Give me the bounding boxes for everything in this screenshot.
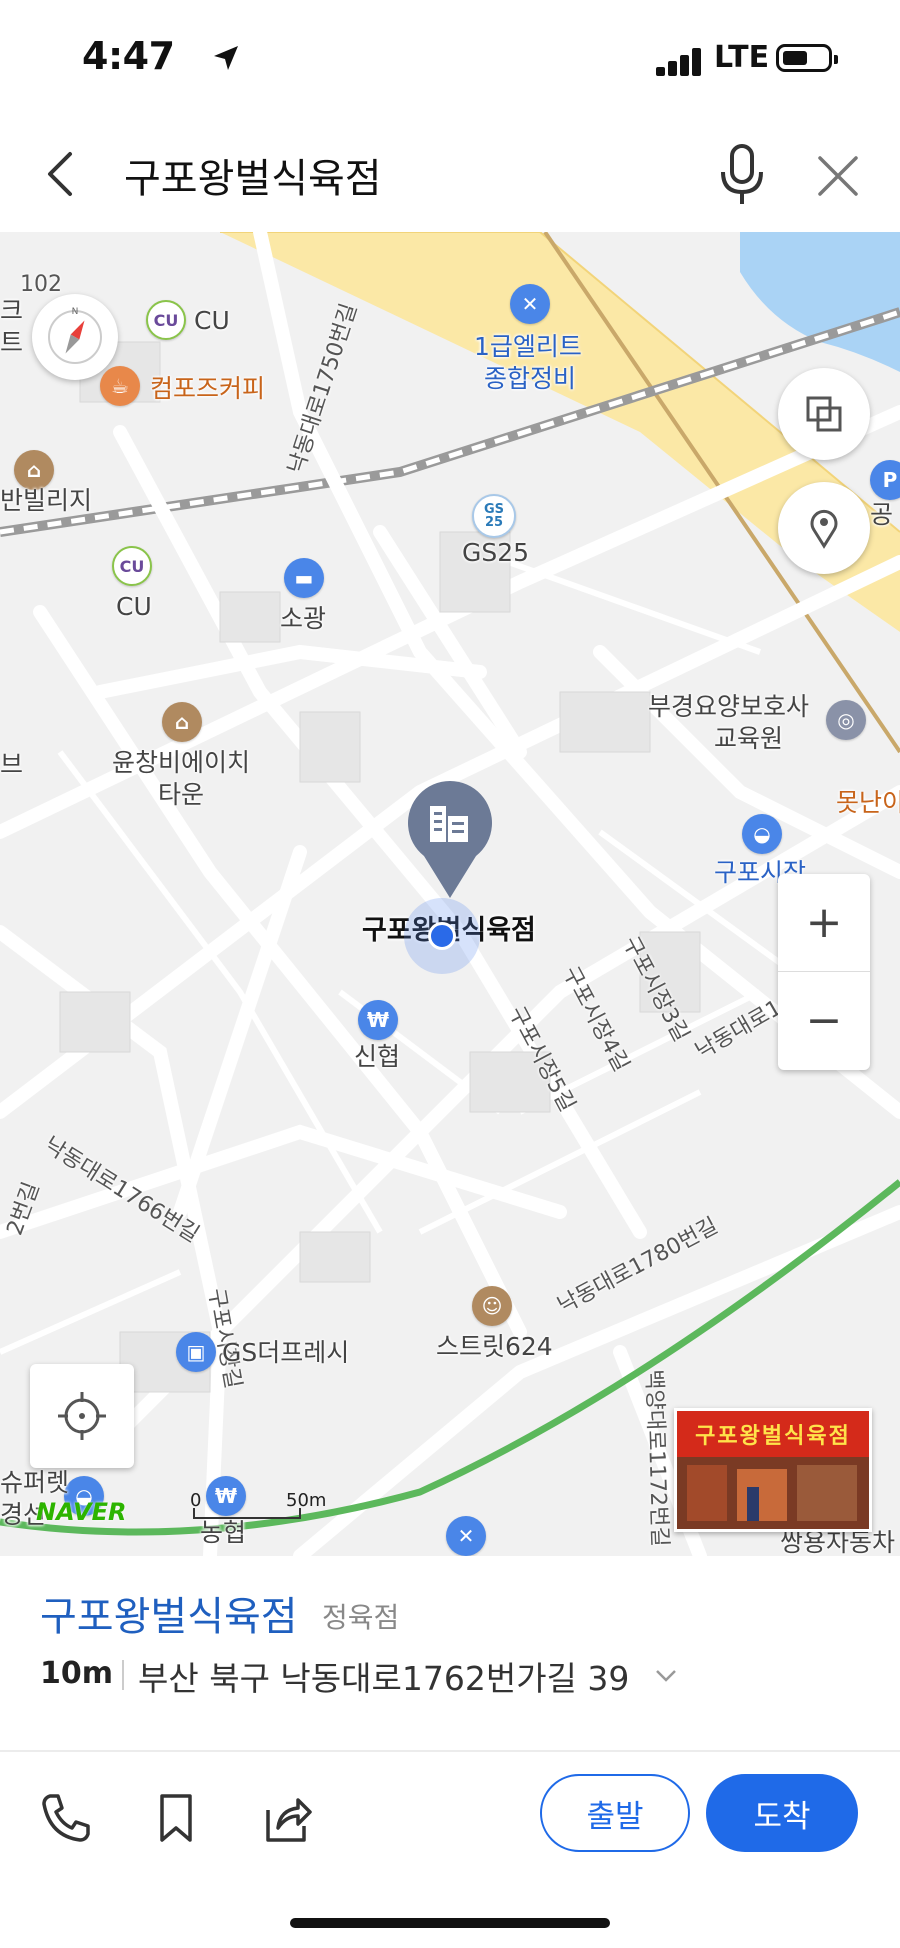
label-shinhyup[interactable]: 신협 xyxy=(354,1042,400,1072)
label-bugyeong-line1[interactable]: 부경요양보호사 xyxy=(648,692,809,722)
address-separator xyxy=(122,1660,124,1690)
label-left-geu: 크 xyxy=(0,296,24,325)
place-address[interactable]: 부산 북구 낙동대로1762번가길 39 xyxy=(138,1652,629,1700)
label-ssangyong[interactable]: 쌍용자동차 xyxy=(780,1528,895,1556)
repair-shop-icon-2[interactable]: ✕ xyxy=(446,1516,486,1556)
panel-divider xyxy=(0,1750,900,1752)
label-left-super: 슈퍼렛 xyxy=(0,1468,70,1497)
gs25-icon[interactable]: GS 25 xyxy=(472,494,516,538)
microphone-icon[interactable] xyxy=(712,140,772,210)
status-time: 4:47 xyxy=(82,34,175,78)
cellular-signal-icon xyxy=(656,46,706,76)
label-left-b: 브 xyxy=(0,750,24,779)
compass-button[interactable]: N xyxy=(32,294,118,380)
label-cu-2[interactable]: CU xyxy=(116,592,152,622)
cu-store-icon-2[interactable]: CU xyxy=(112,546,152,586)
layers-button[interactable] xyxy=(778,368,870,460)
apartment-icon[interactable]: ⌂ xyxy=(14,450,54,490)
place-distance: 10m xyxy=(40,1656,114,1691)
label-yunchang-line2[interactable]: 타운 xyxy=(158,780,204,810)
status-bar: 4:47 LTE xyxy=(0,0,900,120)
zoom-control: + − xyxy=(778,874,870,1070)
label-elite-line1[interactable]: 1급엘리트 xyxy=(474,332,582,362)
back-icon[interactable] xyxy=(34,144,94,204)
apartment-icon-2[interactable]: ⌂ xyxy=(162,702,202,742)
share-icon[interactable] xyxy=(256,1788,316,1848)
locate-me-button[interactable] xyxy=(30,1364,134,1468)
zoom-in-button[interactable]: + xyxy=(778,874,870,971)
map-view[interactable]: N 102 크 트 CU CU ☕ 컴포즈커피 ✕ 1급엘리트 종합정비 낙동대… xyxy=(0,232,900,1556)
network-type: LTE xyxy=(714,40,770,75)
shopping-icon[interactable]: ▣ xyxy=(176,1332,216,1372)
label-left-teu: 트 xyxy=(0,328,24,357)
bank-icon[interactable]: ₩ xyxy=(358,1000,398,1040)
market-icon[interactable]: ◒ xyxy=(742,814,782,854)
selected-place-pin-icon[interactable] xyxy=(404,780,496,900)
search-header: 구포왕벌식육점 xyxy=(0,120,900,233)
crosshair-icon xyxy=(58,1392,106,1440)
label-gs-fresh[interactable]: GS더프레시 xyxy=(222,1338,349,1368)
battery-icon xyxy=(776,44,838,72)
lodging-icon[interactable]: ▬ xyxy=(284,558,324,598)
zoom-out-button[interactable]: − xyxy=(778,972,870,1069)
label-elite-line2[interactable]: 종합정비 xyxy=(484,364,576,394)
label-cu-1[interactable]: CU xyxy=(194,306,230,336)
label-bugyeong-line2[interactable]: 교육원 xyxy=(714,724,783,754)
depart-button[interactable]: 출발 xyxy=(540,1774,690,1852)
close-icon[interactable] xyxy=(808,146,868,206)
pin-button[interactable] xyxy=(778,482,870,574)
label-street-1172: 백양대로1172번길 xyxy=(640,1368,672,1548)
label-banvillage[interactable]: 반빌리지 xyxy=(0,486,92,516)
map-scale: 0 50m xyxy=(190,1490,330,1530)
layers-icon xyxy=(806,396,842,432)
cafe-icon[interactable]: ☕ xyxy=(100,366,140,406)
label-motnan[interactable]: 못난이 xyxy=(836,788,900,818)
label-gs25[interactable]: GS25 xyxy=(462,538,529,568)
location-arrow-icon xyxy=(214,46,238,70)
arrive-button[interactable]: 도착 xyxy=(706,1774,858,1852)
label-compose-coffee[interactable]: 컴포즈커피 xyxy=(150,374,265,404)
naver-logo: NAVER xyxy=(36,1498,127,1526)
repair-shop-icon[interactable]: ✕ xyxy=(510,284,550,324)
phone-icon[interactable] xyxy=(36,1788,96,1848)
home-indicator[interactable] xyxy=(290,1918,610,1928)
chevron-down-icon[interactable] xyxy=(654,1666,678,1686)
compass-icon: N xyxy=(48,307,102,364)
cu-store-icon[interactable]: CU xyxy=(146,300,186,340)
label-yunchang-line1[interactable]: 윤창비에이치 xyxy=(112,748,250,778)
place-name[interactable]: 구포왕벌식육점 xyxy=(40,1584,298,1642)
pin-outline-icon xyxy=(810,509,838,549)
my-location-marker xyxy=(404,898,480,974)
education-icon[interactable]: ◎ xyxy=(826,700,866,740)
label-102: 102 xyxy=(20,272,62,297)
street-view-thumbnail[interactable]: 구포왕벌식육점 xyxy=(674,1408,872,1532)
svg-text:N: N xyxy=(72,307,79,317)
label-street624[interactable]: 스트릿624 xyxy=(436,1332,553,1362)
place-info-panel: 구포왕벌식육점 정육점 10m 부산 북구 낙동대로1762번가길 39 출발 … xyxy=(0,1556,900,1948)
search-input[interactable]: 구포왕벌식육점 xyxy=(124,146,382,204)
label-gong[interactable]: 공 xyxy=(870,500,893,530)
theater-icon[interactable]: ☺ xyxy=(472,1286,512,1326)
thumbnail-sign: 구포왕벌식육점 xyxy=(677,1411,869,1457)
place-category: 정육점 xyxy=(322,1601,400,1634)
label-sogwang[interactable]: 소광 xyxy=(280,604,326,634)
bookmark-icon[interactable] xyxy=(146,1788,206,1848)
